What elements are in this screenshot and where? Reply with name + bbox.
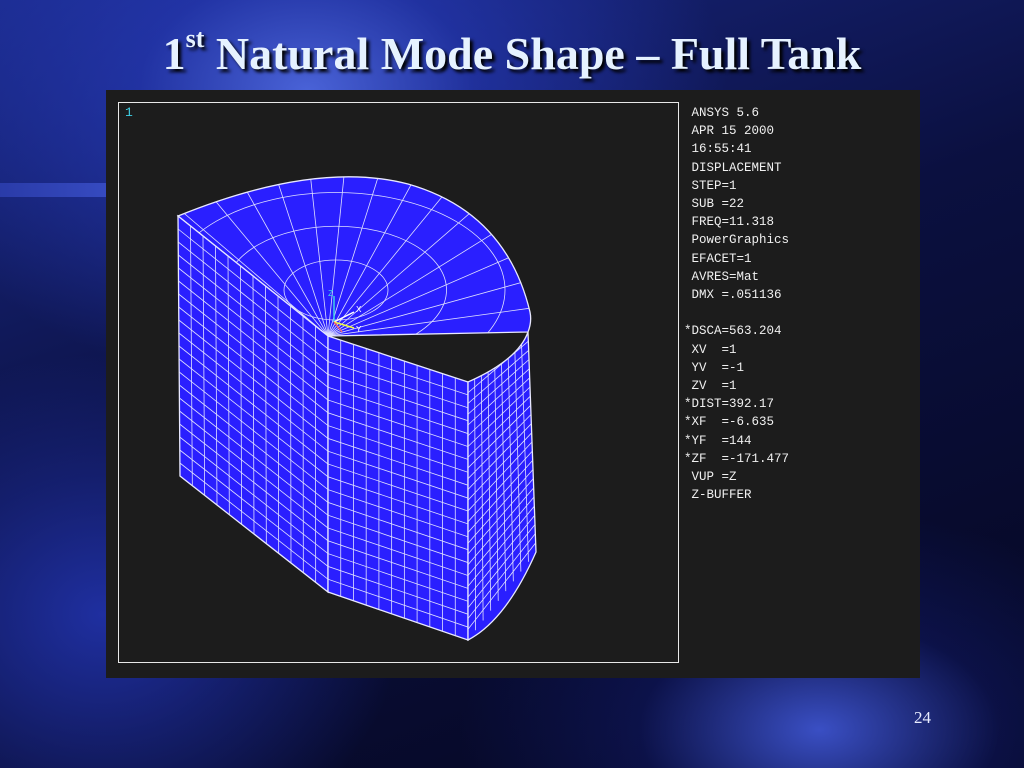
triad-label-x: X xyxy=(356,305,362,315)
info-line: PowerGraphics xyxy=(684,233,790,248)
info-line: *DIST=392.17 xyxy=(684,397,775,412)
info-line xyxy=(684,304,789,322)
triad-label-y: Y xyxy=(356,325,362,335)
info-line: APR 15 2000 xyxy=(684,124,775,139)
info-line: Z-BUFFER xyxy=(684,488,752,503)
info-line: *YF =144 xyxy=(684,433,752,448)
info-line: DISPLACEMENT xyxy=(684,160,782,175)
slide-title: 1st Natural Mode Shape – Full Tank xyxy=(0,24,1024,80)
triad-label-z: Z xyxy=(328,289,334,299)
info-line: STEP=1 xyxy=(684,178,737,193)
info-line: XV =1 xyxy=(684,342,737,357)
slide-page-number: 24 xyxy=(914,708,931,727)
info-line: YV =-1 xyxy=(684,360,745,375)
info-line: VUP =Z xyxy=(684,470,737,485)
info-line: FREQ=11.318 xyxy=(684,215,775,230)
title-prefix: 1 xyxy=(162,28,186,79)
tank-mesh-plot: Z X Y xyxy=(176,176,537,642)
info-line: *XF =-6.635 xyxy=(684,415,775,430)
ansys-info-panel: ANSYS 5.6 APR 15 2000 16:55:41 DISPLACEM… xyxy=(684,104,789,504)
tank-curved-shell xyxy=(467,331,537,642)
info-line: AVRES=Mat xyxy=(684,269,760,284)
title-superscript: st xyxy=(185,24,205,53)
info-line: ANSYS 5.6 xyxy=(684,106,760,120)
ansys-graphics-viewport[interactable]: 1 Z X Y ANSYS 5.6 APR 15 2000 16:55:41 D… xyxy=(106,90,920,678)
info-line: *DSCA=563.204 xyxy=(684,324,782,339)
info-line: SUB =22 xyxy=(684,197,745,212)
info-line: EFACET=1 xyxy=(684,251,752,266)
title-text: Natural Mode Shape – Full Tank xyxy=(204,28,862,79)
info-line: *ZF =-171.477 xyxy=(684,451,790,466)
info-line: DMX =.051136 xyxy=(684,288,782,303)
info-line: 16:55:41 xyxy=(684,142,752,157)
accent-band xyxy=(0,183,120,197)
info-line: ZV =1 xyxy=(684,379,737,394)
tank-front-face xyxy=(327,335,469,641)
